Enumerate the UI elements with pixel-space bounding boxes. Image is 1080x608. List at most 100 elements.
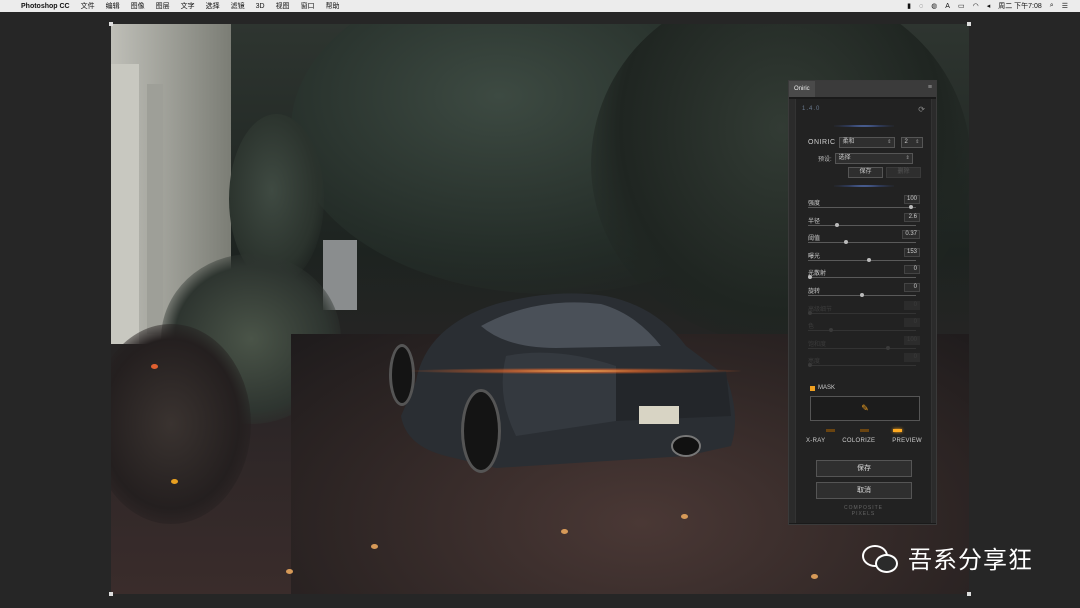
slider-value-field[interactable]: 0 — [904, 283, 920, 292]
slider-value-field[interactable]: 0 — [904, 318, 920, 328]
slider-value-field[interactable]: 0 — [904, 300, 920, 310]
wechat-icon — [860, 541, 898, 575]
preset-select-value: 选择 — [838, 155, 851, 161]
transform-handle[interactable] — [967, 592, 971, 596]
xray-label[interactable]: X-RAY — [806, 438, 825, 444]
slider-value-field[interactable]: 153 — [903, 247, 920, 257]
menu-type[interactable]: 文字 — [181, 1, 195, 11]
mask-checkbox[interactable] — [810, 385, 815, 391]
menu-file[interactable]: 文件 — [81, 1, 95, 11]
preset-row: 预设: 选择 — [818, 153, 913, 164]
menu-layer[interactable]: 图层 — [156, 1, 170, 11]
slider-row: 半径 2.6 — [808, 212, 920, 229]
slider-value-field[interactable]: 100 — [903, 195, 920, 204]
transform-handle[interactable] — [109, 592, 113, 596]
search-icon[interactable]: ⌕ — [1050, 2, 1054, 10]
slider-thumb[interactable] — [808, 275, 812, 280]
wechat-status-icon-2[interactable]: ◍ — [931, 2, 937, 10]
menu-view[interactable]: 视图 — [276, 1, 290, 11]
slider-track[interactable] — [808, 259, 916, 261]
fallen-leaf — [681, 514, 688, 519]
watermark: 吾系分享狂 — [860, 540, 1033, 575]
wechat-status-icon[interactable]: ◌ — [919, 3, 923, 10]
notification-icon[interactable]: ☰ — [1062, 2, 1068, 10]
volume-icon[interactable]: ◂ — [987, 2, 991, 10]
slider-thumb[interactable] — [867, 257, 871, 262]
mode-select[interactable]: 柔和 — [838, 137, 895, 148]
preset-label: 预设: — [818, 157, 832, 163]
slider-thumb[interactable] — [844, 240, 848, 245]
mask-edit-button[interactable]: ✎ — [810, 396, 920, 421]
tab-oniric[interactable]: Oniric — [789, 81, 815, 97]
preview-indicator[interactable] — [893, 429, 902, 432]
glow-divider — [834, 185, 894, 187]
preset-select[interactable]: 选择 — [834, 153, 913, 164]
xray-indicator[interactable] — [826, 429, 835, 432]
slider-track[interactable] — [808, 242, 916, 244]
slider-value-field[interactable]: 100 — [903, 335, 920, 345]
transform-handle[interactable] — [967, 22, 971, 26]
mode-indicators — [814, 429, 914, 432]
slider-thumb[interactable] — [829, 328, 833, 333]
mode-select-value: 柔和 — [842, 139, 855, 145]
cancel-button[interactable]: 取消 — [816, 482, 912, 499]
slider-track[interactable] — [808, 277, 916, 279]
watermark-text: 吾系分享狂 — [908, 547, 1033, 574]
save-button[interactable]: 保存 — [816, 460, 912, 477]
slider-track[interactable] — [808, 365, 916, 367]
slider-value-field[interactable]: 0 — [904, 353, 920, 363]
datetime[interactable]: 周二 下午7:08 — [998, 1, 1042, 11]
menu-select[interactable]: 选择 — [206, 1, 220, 11]
slider-thumb[interactable] — [808, 310, 812, 315]
panel-tabbar: Oniric ≡ — [789, 81, 936, 97]
oniric-panel: Oniric ≡ 1.4.0 ⟳ ONIRIC 柔和 2 预设: 选择 保存 删… — [788, 80, 937, 525]
light-flare — [411, 368, 741, 374]
menu-window[interactable]: 窗口 — [301, 1, 315, 11]
composite-pixels-logo: COMPOSITE PIXELS — [796, 505, 931, 517]
porch-pillar — [111, 64, 139, 344]
delete-preset-button[interactable]: 删除 — [886, 167, 921, 178]
slider-thumb[interactable] — [886, 345, 890, 350]
colorize-label[interactable]: COLORIZE — [842, 438, 875, 444]
slider-value-field[interactable]: 0 — [904, 265, 920, 275]
slider-thumb[interactable] — [909, 205, 913, 209]
mask-row: MASK — [810, 385, 835, 391]
slider-track[interactable] — [808, 224, 916, 226]
slider-value-field[interactable]: 2.6 — [904, 212, 920, 222]
refresh-icon[interactable]: ⟳ — [918, 105, 925, 114]
save-preset-button[interactable]: 保存 — [848, 167, 883, 178]
panel-content: 1.4.0 ⟳ ONIRIC 柔和 2 预设: 选择 保存 删除 强度 100 半径… — [795, 99, 932, 523]
slider-value-field[interactable]: 0.37 — [902, 230, 920, 240]
slider-track[interactable] — [808, 330, 916, 332]
oniric-label: ONIRIC — [808, 139, 836, 146]
menu-edit[interactable]: 编辑 — [106, 1, 120, 11]
fallen-leaf — [286, 569, 293, 574]
status-icon-1[interactable]: ▮ — [907, 2, 911, 10]
panel-menu-icon[interactable]: ≡ — [928, 84, 932, 91]
slider-thumb[interactable] — [835, 222, 839, 227]
transform-handle[interactable] — [109, 22, 113, 26]
slider-label: 饱和度 — [808, 341, 827, 348]
menu-help[interactable]: 帮助 — [326, 1, 340, 11]
preview-label[interactable]: PREVIEW — [892, 438, 922, 444]
input-method-icon[interactable]: A — [945, 3, 950, 10]
oniric-row: ONIRIC 柔和 2 — [808, 137, 923, 148]
colorize-indicator[interactable] — [859, 429, 869, 432]
slider-track[interactable] — [808, 312, 916, 314]
car-wheel — [389, 344, 415, 406]
menu-app-name[interactable]: Photoshop CC — [21, 3, 70, 10]
slider-track[interactable] — [808, 347, 916, 349]
slider-row: 旋转 0 — [808, 283, 920, 299]
slider-track[interactable] — [808, 207, 916, 208]
slider-thumb[interactable] — [808, 363, 812, 368]
menu-filter[interactable]: 滤镜 — [231, 1, 245, 11]
count-select[interactable]: 2 — [900, 137, 923, 148]
slider-thumb[interactable] — [860, 293, 864, 297]
wifi-icon[interactable]: ◠ — [973, 2, 979, 10]
display-icon[interactable]: ▭ — [958, 2, 965, 10]
menu-image[interactable]: 图像 — [131, 1, 145, 11]
menu-3d[interactable]: 3D — [256, 3, 265, 10]
slider-row: 阈值 0.37 — [808, 230, 920, 246]
fallen-leaf — [811, 574, 818, 579]
glow-divider — [834, 125, 894, 127]
